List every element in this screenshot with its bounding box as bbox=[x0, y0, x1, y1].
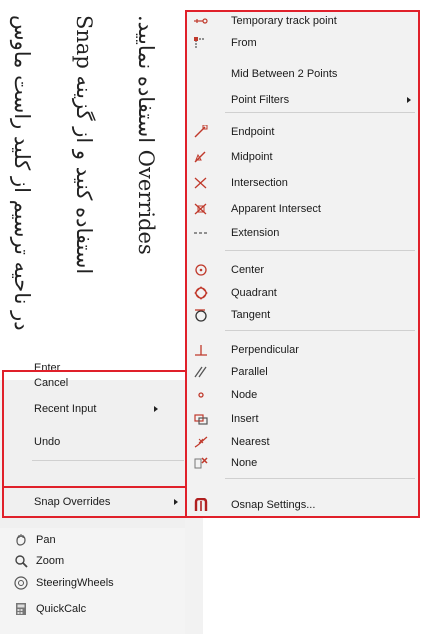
endpoint-icon bbox=[193, 125, 209, 139]
parallel-icon bbox=[193, 365, 209, 379]
insert-icon bbox=[193, 412, 209, 426]
submenu-item-label: None bbox=[231, 457, 258, 469]
annotation-line-2: استفاده کنید و از گزینه Snap bbox=[72, 15, 96, 275]
submenu-item-midpoint[interactable]: Midpoint bbox=[193, 146, 415, 168]
annotation-line-3: Overrides استفاده نمایید. bbox=[134, 15, 158, 255]
submenu-item-intersection[interactable]: Intersection bbox=[193, 172, 415, 194]
submenu-item-parallel[interactable]: Parallel bbox=[193, 361, 415, 383]
snap-overrides-highlight bbox=[2, 486, 187, 518]
submenu-arrow-icon bbox=[407, 97, 411, 103]
temporary-track-point-icon bbox=[193, 14, 209, 28]
menu-item-quickcalc[interactable]: QuickCalc bbox=[14, 598, 184, 620]
submenu-item-label: Node bbox=[231, 389, 258, 401]
submenu-item-label: Midpoint bbox=[231, 151, 273, 163]
submenu-item-quadrant[interactable]: Quadrant bbox=[193, 282, 415, 304]
submenu-item-label: Point Filters bbox=[231, 94, 290, 106]
submenu-item-insert[interactable]: Insert bbox=[193, 408, 415, 430]
highlight-box bbox=[2, 370, 185, 480]
submenu-item-label: Perpendicular bbox=[231, 344, 299, 356]
submenu-item-label: From bbox=[231, 37, 257, 49]
quadrant-icon bbox=[193, 286, 209, 300]
submenu-item-center[interactable]: Center bbox=[193, 259, 415, 281]
center-icon bbox=[193, 263, 209, 277]
menu-item-zoom[interactable]: Zoom bbox=[14, 550, 184, 572]
submenu-item-label: Intersection bbox=[231, 177, 288, 189]
submenu-item-tangent[interactable]: Tangent bbox=[193, 304, 415, 326]
tangent-icon bbox=[193, 308, 209, 322]
intersection-icon bbox=[193, 176, 209, 190]
separator bbox=[225, 250, 415, 251]
submenu-item-from[interactable]: From bbox=[193, 32, 415, 54]
menu-item-steeringwheels[interactable]: SteeringWheels bbox=[14, 572, 184, 594]
none-icon bbox=[193, 456, 209, 470]
submenu-item-endpoint[interactable]: Endpoint bbox=[193, 121, 415, 143]
separator bbox=[225, 112, 415, 113]
submenu-item-label: Parallel bbox=[231, 366, 268, 378]
submenu-item-label: Nearest bbox=[231, 436, 270, 448]
extension-icon bbox=[193, 226, 209, 240]
submenu-item-node[interactable]: Node bbox=[193, 384, 415, 406]
submenu-item-temporary-track-point[interactable]: Temporary track point bbox=[193, 10, 415, 32]
submenu-item-mid-between-2-points[interactable]: Mid Between 2 Points bbox=[193, 63, 415, 85]
submenu-item-none[interactable]: None bbox=[193, 452, 415, 474]
separator bbox=[225, 330, 415, 331]
calculator-icon bbox=[14, 602, 28, 616]
submenu-item-point-filters[interactable]: Point Filters bbox=[193, 89, 415, 111]
from-icon bbox=[193, 36, 209, 50]
apparent-intersect-icon bbox=[193, 202, 209, 216]
submenu-item-label: Temporary track point bbox=[231, 15, 337, 27]
submenu-item-extension[interactable]: Extension bbox=[193, 222, 415, 244]
midpoint-icon bbox=[193, 150, 209, 164]
submenu-item-perpendicular[interactable]: Perpendicular bbox=[193, 339, 415, 361]
annotation-line-1: در ناحیه ترسیم از کلید راست ماوس bbox=[10, 15, 34, 331]
submenu-extension bbox=[185, 518, 203, 634]
submenu-item-label: Insert bbox=[231, 413, 259, 425]
perpendicular-icon bbox=[193, 343, 209, 357]
submenu-item-nearest[interactable]: Nearest bbox=[193, 431, 415, 453]
submenu-item-label: Endpoint bbox=[231, 126, 275, 138]
annotation-area: در ناحیه ترسیم از کلید راست ماوس استفاده… bbox=[0, 10, 186, 380]
submenu-item-label: Mid Between 2 Points bbox=[231, 68, 338, 80]
submenu-item-label: Extension bbox=[231, 227, 280, 239]
menu-item-pan[interactable]: Pan bbox=[14, 529, 184, 551]
submenu-item-apparent-intersect[interactable]: Apparent Intersect bbox=[193, 198, 415, 220]
zoom-magnifier-icon bbox=[14, 554, 28, 568]
pan-hand-icon bbox=[14, 533, 28, 547]
submenu-item-label: Quadrant bbox=[231, 287, 277, 299]
menu-item-label: Pan bbox=[36, 534, 56, 546]
submenu-item-label: Tangent bbox=[231, 309, 271, 321]
node-icon bbox=[193, 388, 209, 402]
submenu-item-label: Center bbox=[231, 264, 265, 276]
submenu-item-label: Apparent Intersect bbox=[231, 203, 321, 215]
separator bbox=[225, 478, 415, 479]
menu-item-label: QuickCalc bbox=[36, 603, 87, 615]
menu-item-label: SteeringWheels bbox=[36, 577, 114, 589]
nearest-icon bbox=[193, 435, 209, 449]
menu-item-label: Zoom bbox=[36, 555, 65, 567]
steering-wheel-icon bbox=[14, 576, 28, 590]
